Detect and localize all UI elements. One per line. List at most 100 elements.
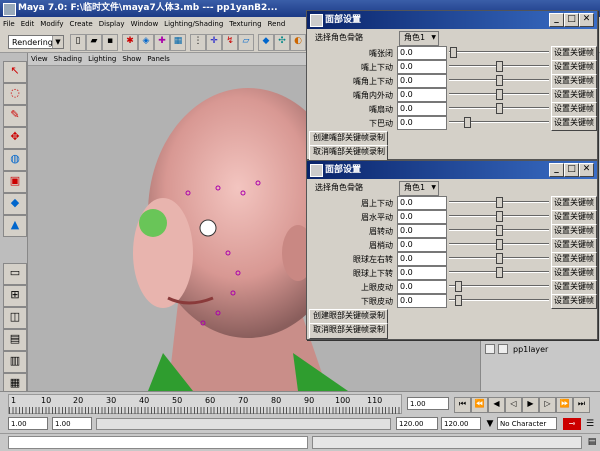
layer-template-toggle[interactable]: [498, 344, 508, 354]
save-scene-icon[interactable]: ▪: [102, 34, 118, 51]
layer-visibility-toggle[interactable]: [485, 344, 495, 354]
vp-menu-view[interactable]: View: [28, 53, 51, 66]
paint-select-icon[interactable]: ✎: [3, 105, 27, 127]
set-key-button[interactable]: 设置关键帧: [551, 224, 597, 239]
row-value-field[interactable]: 0.0: [397, 294, 447, 308]
row-slider-thumb[interactable]: [496, 267, 503, 278]
go-to-end-icon[interactable]: ⏭: [573, 397, 590, 413]
row-slider-track[interactable]: [449, 285, 549, 287]
step-forward-frame-icon[interactable]: ▷: [539, 397, 556, 413]
close-icon[interactable]: ✕: [579, 13, 594, 27]
row-slider-thumb[interactable]: [496, 197, 503, 208]
layout-graph-icon[interactable]: ▥: [3, 351, 27, 373]
row-value-field[interactable]: 0.0: [397, 46, 447, 60]
select-tool-icon[interactable]: ↖: [3, 61, 27, 83]
layout-two-icon[interactable]: ◫: [3, 307, 27, 329]
menu-set-select[interactable]: Rendering ▼: [8, 35, 64, 49]
layer-name[interactable]: pp1layer: [513, 345, 548, 354]
row-value-field[interactable]: 0.0: [397, 210, 447, 224]
manipulator-tool-icon[interactable]: ◆: [3, 193, 27, 215]
new-scene-icon[interactable]: ▯: [70, 34, 86, 51]
menu-create[interactable]: Create: [66, 17, 95, 31]
character-set-icon[interactable]: ▼: [484, 418, 496, 430]
minimize-icon[interactable]: _: [549, 13, 564, 27]
menu-display[interactable]: Display: [96, 17, 128, 31]
step-forward-key-icon[interactable]: ⏩: [556, 397, 573, 413]
snap-grid-icon[interactable]: ⋮: [190, 34, 206, 51]
menu-modify[interactable]: Modify: [37, 17, 66, 31]
move-tool-icon[interactable]: ✥: [3, 127, 27, 149]
row-slider-thumb[interactable]: [455, 281, 462, 292]
row-slider-thumb[interactable]: [496, 75, 503, 86]
set-key-button[interactable]: 设置关键帧: [551, 210, 597, 225]
role-dropdown[interactable]: 角色1 ▼: [399, 181, 439, 196]
row-value-field[interactable]: 0.0: [397, 252, 447, 266]
minimize-icon[interactable]: _: [549, 163, 564, 177]
render-icon[interactable]: ✣: [274, 34, 290, 51]
history-icon[interactable]: ◆: [258, 34, 274, 51]
layout-single-icon[interactable]: ▭: [3, 263, 27, 285]
row-value-field[interactable]: 0.0: [397, 224, 447, 238]
row-slider-thumb[interactable]: [496, 253, 503, 264]
row-slider-thumb[interactable]: [496, 239, 503, 250]
soft-mod-icon[interactable]: ▲: [3, 215, 27, 237]
set-key-button[interactable]: 设置关键帧: [551, 196, 597, 211]
rotate-tool-icon[interactable]: ◍: [3, 149, 27, 171]
vp-menu-lighting[interactable]: Lighting: [85, 53, 119, 66]
set-key-button[interactable]: 设置关键帧: [551, 266, 597, 281]
play-backward-icon[interactable]: ◁: [505, 397, 522, 413]
prefs-icon[interactable]: ☰: [584, 418, 596, 430]
select-hierarchy-icon[interactable]: ✱: [122, 34, 138, 51]
row-value-field[interactable]: 0.0: [397, 266, 447, 280]
maximize-icon[interactable]: □: [564, 163, 579, 177]
row-value-field[interactable]: 0.0: [397, 102, 447, 116]
set-key-button[interactable]: 设置关键帧: [551, 102, 597, 117]
row-slider-thumb[interactable]: [455, 295, 462, 306]
open-scene-icon[interactable]: ▰: [86, 34, 102, 51]
close-icon[interactable]: ✕: [579, 163, 594, 177]
mouth-dialog-titlebar[interactable]: 面部设置 _ □ ✕: [307, 11, 597, 29]
row-slider-thumb[interactable]: [464, 117, 471, 128]
maximize-icon[interactable]: □: [564, 13, 579, 27]
set-key-button[interactable]: 设置关键帧: [551, 46, 597, 61]
scale-tool-icon[interactable]: ▣: [3, 171, 27, 193]
row-slider-thumb[interactable]: [496, 89, 503, 100]
set-key-button[interactable]: 设置关键帧: [551, 238, 597, 253]
menu-texturing[interactable]: Texturing: [226, 17, 264, 31]
row-slider-thumb[interactable]: [496, 61, 503, 72]
vp-menu-shading[interactable]: Shading: [51, 53, 85, 66]
select-component-icon[interactable]: ✚: [154, 34, 170, 51]
range-end-field[interactable]: 120.00: [441, 417, 481, 430]
character-set-field[interactable]: No Character Set: [497, 417, 557, 440]
eye-dialog-titlebar[interactable]: 面部设置 _ □ ✕: [307, 161, 597, 179]
row-slider-thumb[interactable]: [496, 225, 503, 236]
step-back-key-icon[interactable]: ⏪: [471, 397, 488, 413]
mask-icon[interactable]: ▦: [170, 34, 186, 51]
row-slider-thumb[interactable]: [496, 103, 503, 114]
range-bar[interactable]: [96, 418, 391, 430]
set-key-button[interactable]: 设置关键帧: [551, 294, 597, 309]
row-slider-thumb[interactable]: [496, 211, 503, 222]
row-value-field[interactable]: 0.0: [397, 196, 447, 210]
cancel-eye-key-record-button[interactable]: 取消眼部关键帧录制: [309, 323, 388, 339]
menu-lighting-shading[interactable]: Lighting/Shading: [161, 17, 226, 31]
play-forward-icon[interactable]: ▶: [522, 397, 539, 413]
row-value-field[interactable]: 0.0: [397, 116, 447, 130]
time-ruler[interactable]: 1 10 20 30 40 50 60 70 80 90 100 110: [8, 394, 402, 414]
role-dropdown[interactable]: 角色1 ▼: [399, 31, 439, 46]
snap-curve-icon[interactable]: ✛: [206, 34, 222, 51]
layout-four-icon[interactable]: ⊞: [3, 285, 27, 307]
row-slider-thumb[interactable]: [450, 47, 457, 58]
layout-outliner-icon[interactable]: ▤: [3, 329, 27, 351]
row-value-field[interactable]: 0.0: [397, 238, 447, 252]
menu-render[interactable]: Rend: [265, 17, 289, 31]
row-slider-track[interactable]: [449, 299, 549, 301]
menu-window[interactable]: Window: [128, 17, 162, 31]
vp-menu-panels[interactable]: Panels: [144, 53, 173, 66]
auto-key-icon[interactable]: ⊸: [563, 418, 581, 430]
select-object-icon[interactable]: ◈: [138, 34, 154, 51]
set-key-button[interactable]: 设置关键帧: [551, 116, 597, 131]
mel-command-input[interactable]: [8, 436, 308, 449]
time-slider[interactable]: 1 10 20 30 40 50 60 70 80 90 100 110 1.0…: [0, 391, 600, 415]
current-frame-field[interactable]: 1.00: [407, 397, 449, 410]
